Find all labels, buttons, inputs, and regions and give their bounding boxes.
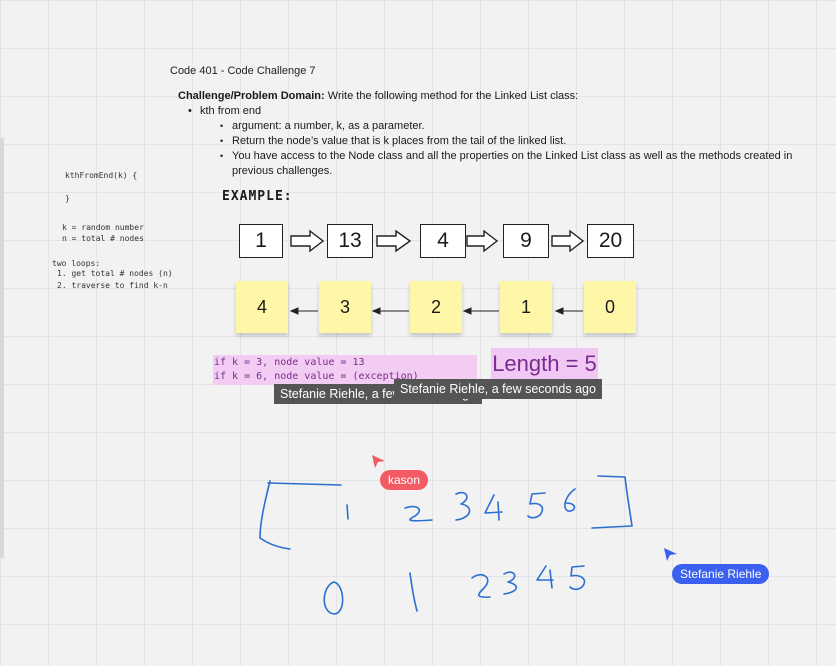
cursor-label-kason: kason: [380, 470, 429, 490]
stefanie-cursor-icon: [664, 548, 677, 561]
cursor-label-stefanie: Stefanie Riehle: [672, 564, 770, 584]
kason-cursor-icon: [372, 455, 385, 468]
hand-bracket-left: [259, 480, 291, 550]
hand-bracket-right: [591, 475, 633, 529]
